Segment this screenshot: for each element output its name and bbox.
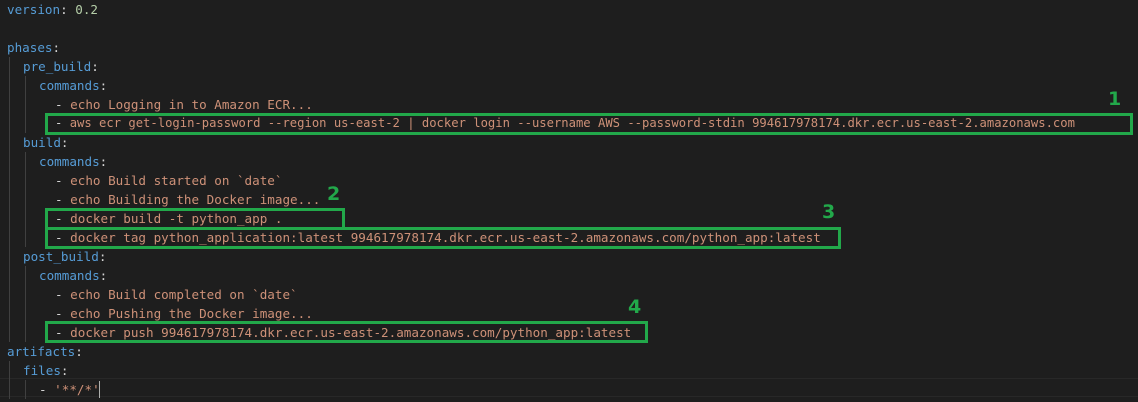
annotation-box-1 <box>45 113 1133 135</box>
code-editor[interactable]: version: 0.2 phases: pre_build: commands… <box>0 0 1138 402</box>
yaml-key: commands <box>39 268 100 283</box>
code-line-version: version: 0.2 <box>7 2 99 17</box>
code-line-command: - echo Build completed on `date` <box>55 287 298 302</box>
indent-guide <box>9 361 10 399</box>
indent-guide <box>25 266 26 342</box>
text-cursor <box>99 381 100 398</box>
yaml-key: phases <box>7 40 53 55</box>
code-line-post-build: post_build: <box>23 249 107 264</box>
code-line-artifacts: artifacts: <box>7 344 83 359</box>
yaml-string: echo Pushing the Docker image... <box>70 306 313 321</box>
yaml-string: echo Build started on `date` <box>70 173 283 188</box>
annotation-label-4: 4 <box>628 296 642 318</box>
indent-guide <box>25 152 26 247</box>
code-line-command: - echo Logging in to Amazon ECR... <box>55 97 313 112</box>
indent-guide <box>9 57 10 342</box>
yaml-key: version <box>7 2 61 17</box>
code-line-command: - echo Building the Docker image... <box>55 192 321 207</box>
code-line-pre-build: pre_build: <box>23 59 99 74</box>
code-line-build: build: <box>23 135 69 150</box>
yaml-key: commands <box>39 78 100 93</box>
code-line-phases: phases: <box>7 40 61 55</box>
code-line-command: - echo Build started on `date` <box>55 173 283 188</box>
annotation-label-3: 3 <box>822 201 836 223</box>
annotation-box-3 <box>45 227 841 249</box>
yaml-string: echo Build completed on `date` <box>70 287 298 302</box>
yaml-key: files <box>23 363 61 378</box>
code-line-commands: commands: <box>39 78 108 93</box>
yaml-number: 0.2 <box>67 2 99 17</box>
annotation-label-2: 2 <box>327 183 341 205</box>
yaml-key: commands <box>39 154 100 169</box>
code-line-commands: commands: <box>39 154 108 169</box>
indent-guide <box>25 76 26 133</box>
code-line-commands: commands: <box>39 268 108 283</box>
yaml-key: post_build <box>23 249 99 264</box>
annotation-label-1: 1 <box>1108 88 1122 110</box>
indent-guide <box>25 380 26 399</box>
annotation-box-4 <box>45 321 648 343</box>
yaml-key: artifacts <box>7 344 76 359</box>
yaml-key: build <box>23 135 61 150</box>
yaml-string: '**/*' <box>54 382 100 397</box>
yaml-key: pre_build <box>23 59 92 74</box>
current-line-highlight <box>0 378 1138 397</box>
yaml-string: echo Logging in to Amazon ECR... <box>70 97 313 112</box>
code-line-files: files: <box>23 363 69 378</box>
code-line-command: - '**/*' <box>39 382 100 397</box>
yaml-string: echo Building the Docker image... <box>70 192 321 207</box>
